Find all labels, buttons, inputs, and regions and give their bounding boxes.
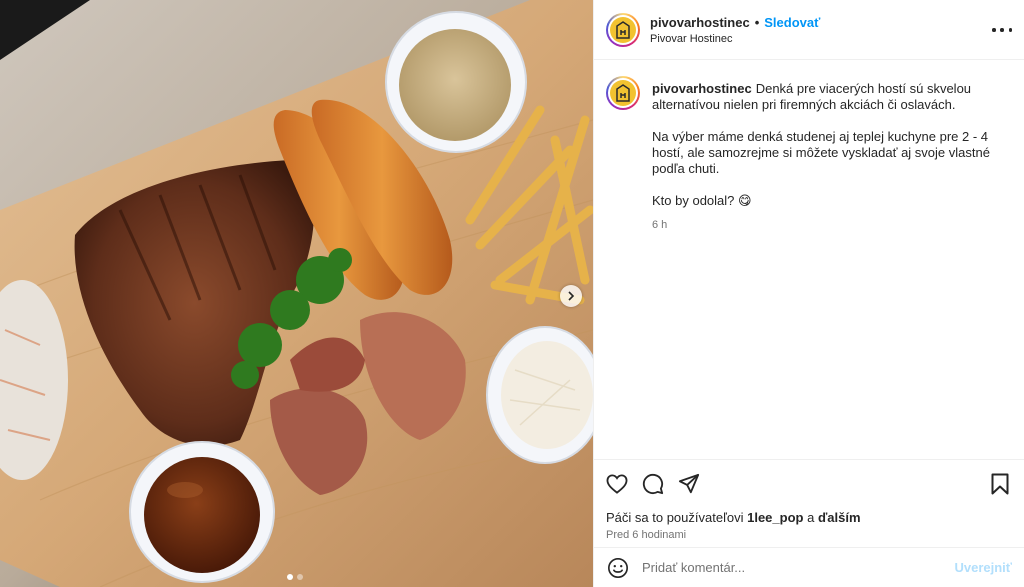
header-text: pivovarhostinec • Sledovať Pivovar Hosti…	[650, 15, 820, 45]
share-button[interactable]	[678, 468, 710, 500]
comments-section: pivovarhostinec Denká pre viacerých hostí…	[594, 60, 1024, 459]
emoji-button[interactable]	[606, 556, 630, 580]
brewery-logo-icon	[616, 84, 630, 102]
comment-bar: Uverejniť	[594, 547, 1024, 587]
heart-icon	[606, 474, 628, 494]
action-icons	[606, 468, 1012, 500]
carousel-dot	[297, 574, 303, 580]
comment-icon	[642, 473, 664, 495]
header-username[interactable]: pivovarhostinec	[650, 15, 750, 30]
post-comment-button[interactable]: Uverejniť	[954, 560, 1012, 575]
header-subtitle[interactable]: Pivovar Hostinec	[650, 33, 820, 45]
bookmark-icon	[991, 473, 1009, 495]
posted-time[interactable]: Pred 6 hodinami	[606, 529, 1012, 541]
save-button[interactable]	[988, 468, 1012, 500]
food-platter-photo	[0, 0, 593, 587]
post-header: pivovarhostinec • Sledovať Pivovar Hosti…	[594, 0, 1024, 60]
caption-avatar[interactable]	[606, 76, 640, 110]
brewery-logo-icon	[616, 20, 630, 39]
post-sidebar: pivovarhostinec • Sledovať Pivovar Hosti…	[593, 0, 1024, 587]
emoji-icon	[608, 557, 628, 578]
avatar[interactable]	[606, 12, 640, 47]
comment-button[interactable]	[642, 468, 674, 500]
follow-button[interactable]: Sledovať	[764, 15, 820, 30]
caption-text: pivovarhostinec Denká pre viacerých hostí…	[652, 81, 1010, 233]
more-options-icon[interactable]	[992, 22, 1012, 38]
carousel-dot	[287, 574, 293, 580]
like-button[interactable]	[606, 468, 638, 500]
comment-input[interactable]	[642, 560, 942, 575]
caption-paragraph-2: Na výber máme denká studenej aj teplej k…	[652, 129, 990, 176]
caption-paragraph-3: Kto by odolal? 😋	[652, 193, 752, 208]
carousel-indicator	[287, 574, 303, 580]
next-image-button[interactable]	[560, 285, 582, 307]
post-caption: pivovarhostinec Denká pre viacerých hostí…	[606, 76, 1012, 233]
caption-username[interactable]: pivovarhostinec	[652, 81, 752, 96]
instagram-post: pivovarhostinec • Sledovať Pivovar Hosti…	[0, 0, 1024, 587]
post-media[interactable]	[0, 0, 593, 587]
likes-prefix: Páči sa to používateľovi	[606, 510, 744, 525]
caption-time[interactable]: 6 h	[652, 217, 1010, 233]
likes-others-link[interactable]: ďalším	[818, 510, 861, 525]
likes-mid: a	[807, 510, 815, 525]
chevron-right-icon	[568, 291, 575, 301]
likes-user-link[interactable]: 1lee_pop	[747, 510, 803, 525]
likes-summary: Páči sa to používateľovi 1lee_pop a ďalš…	[606, 510, 1012, 525]
actions-area: Páči sa to používateľovi 1lee_pop a ďalš…	[594, 459, 1024, 547]
share-icon	[678, 473, 700, 494]
separator-dot: •	[754, 14, 760, 30]
